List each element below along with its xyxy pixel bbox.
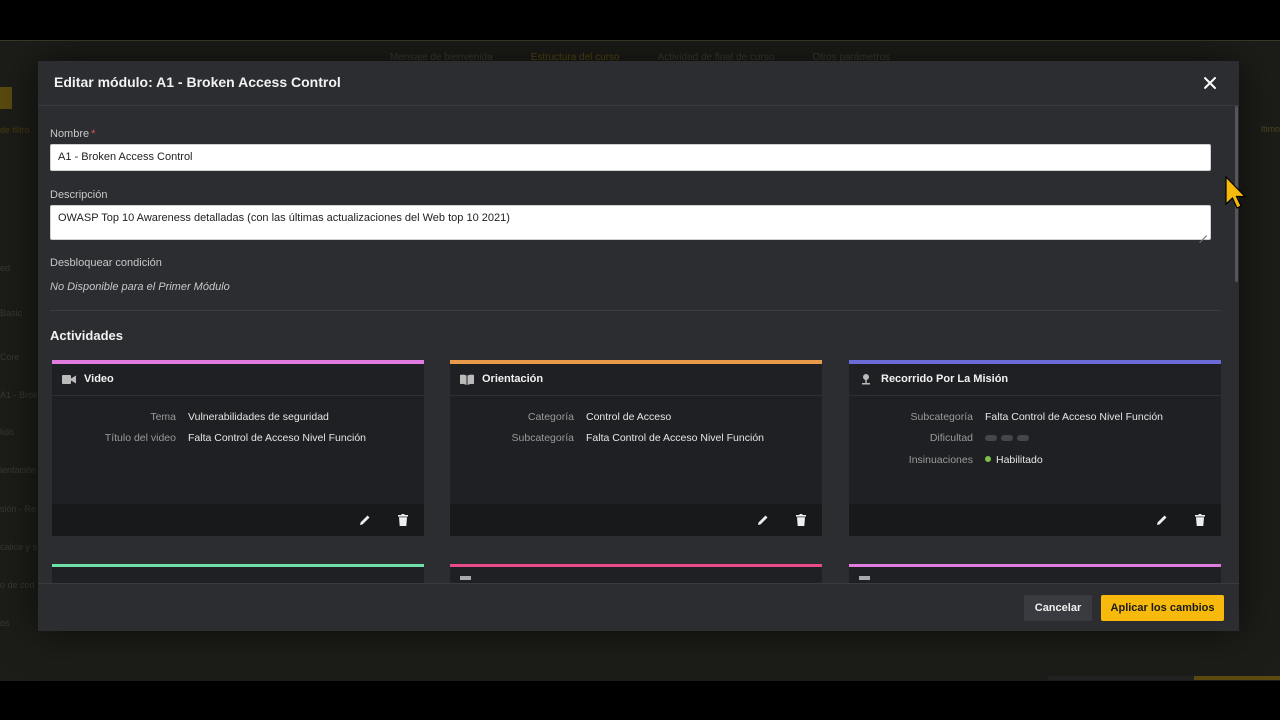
card-icon [859,576,870,580]
card-row-value: Falta Control de Acceso Nivel Función [985,411,1164,423]
card-header: Orientación [450,364,822,396]
card-row-value: Falta Control de Acceso Nivel Función [188,432,367,444]
card-color-bar [450,564,822,567]
card-title: Video [84,373,114,385]
card-row: Tema Vulnerabilidades de seguridad [52,411,424,425]
card-color-bar [849,564,1221,567]
card-row-key: Categoría [527,411,574,423]
card-row-key: Dificultad [929,432,973,444]
card-header: Recorrido Por La Misión [849,364,1221,396]
bg-side-item: o de cod [0,580,35,590]
status-dot-icon [985,456,991,462]
apply-changes-button[interactable]: Aplicar los cambios [1101,595,1224,621]
card-row: Subcategoría Falta Control de Acceso Niv… [849,411,1221,425]
close-icon[interactable] [1201,74,1219,92]
card-footer [52,504,424,536]
background-accent [0,87,12,109]
name-label-text: Nombre [50,128,90,140]
card-row-key: Título del video [104,432,176,444]
modal-footer: Cancelar Aplicar los cambios [38,583,1239,631]
pencil-icon[interactable] [755,512,771,528]
divider [50,310,1221,311]
edit-module-modal: Editar módulo: A1 - Broken Access Contro… [38,61,1239,631]
card-row: Título del video Falta Control de Acceso… [52,432,424,446]
card-header: Video [52,364,424,396]
card-row-key: Insinuaciones [908,454,973,466]
card-title: Orientación [482,373,544,385]
card-footer [849,504,1221,536]
cancel-button[interactable]: Cancelar [1024,595,1092,621]
card-icon [460,576,471,580]
description-textarea[interactable]: OWASP Top 10 Awareness detalladas (con l… [50,205,1211,240]
card-color-bar [52,564,424,567]
card-row-value: Control de Acceso [586,411,672,423]
modal-header: Editar módulo: A1 - Broken Access Contro… [38,61,1239,106]
card-row: Insinuaciones Habilitado [849,454,1221,468]
card-row: Categoría Control de Acceso [450,411,822,425]
card-row-key: Tema [150,411,176,423]
trash-icon[interactable] [395,512,411,528]
bg-side-item: sión - Re [0,504,37,514]
card-row-key: Subcategoría [511,432,574,444]
bg-side-item: Basic [0,308,23,318]
card-row-value: Falta Control de Acceso Nivel Función [586,432,765,444]
background-bottom-line [1048,676,1194,680]
hints-status: Habilitado [996,454,1043,466]
difficulty-dot [1001,435,1013,441]
modal-title: Editar módulo: A1 - Broken Access Contro… [54,74,341,90]
difficulty-indicator [985,435,1029,441]
bg-side-item: os [0,618,10,628]
card-row-value: Habilitado [985,454,1043,466]
book-icon [460,373,474,385]
difficulty-dot [1017,435,1029,441]
card-row-value: Vulnerabilidades de seguridad [188,411,329,423]
modal-body: Nombre * A1 - Broken Access Control Descr… [38,106,1239,584]
trash-icon[interactable] [793,512,809,528]
bg-filter-text: de filtro [0,125,30,135]
name-input[interactable]: A1 - Broken Access Control [50,144,1211,171]
required-mark: * [91,128,96,140]
activities-title: Actividades [50,328,123,343]
description-label: Descripción [50,189,108,201]
card-title: Recorrido Por La Misión [881,373,1009,385]
name-label: Nombre * [50,128,95,140]
activity-card-partial [450,564,822,584]
activity-card-video: Video Tema Vulnerabilidades de seguridad… [52,360,424,536]
pencil-icon[interactable] [1154,512,1170,528]
difficulty-dot [985,435,997,441]
bg-side-item: ientación [0,465,37,475]
pencil-icon[interactable] [357,512,373,528]
unlock-condition-label: Desbloquear condición [50,257,162,269]
card-row: Subcategoría Falta Control de Acceso Niv… [450,432,822,446]
description-text: OWASP Top 10 Awareness detalladas (con l… [58,212,510,224]
bg-side-item: calice y s [0,542,38,552]
card-row: Dificultad [849,432,1221,446]
trash-icon[interactable] [1192,512,1208,528]
background-right-text: ltimo [1260,124,1280,134]
resize-grip-icon[interactable] [1199,228,1207,236]
bg-side-item: ed [0,263,11,273]
video-icon [62,373,76,385]
activity-card-partial [849,564,1221,584]
bg-side-item: lido [0,427,15,437]
activity-card-mission: Recorrido Por La Misión Subcategoría Fal… [849,360,1221,536]
activity-card-partial [52,564,424,584]
card-row-key: Subcategoría [910,411,973,423]
background-bottom-accent [1194,676,1280,680]
card-footer [450,504,822,536]
activity-card-orientation: Orientación Categoría Control de Acceso … [450,360,822,536]
mouse-cursor-icon [1225,176,1247,209]
unlock-condition-value: No Disponible para el Primer Módulo [50,281,230,293]
mission-pin-icon [859,373,873,385]
bg-side-item: Core [0,352,20,362]
